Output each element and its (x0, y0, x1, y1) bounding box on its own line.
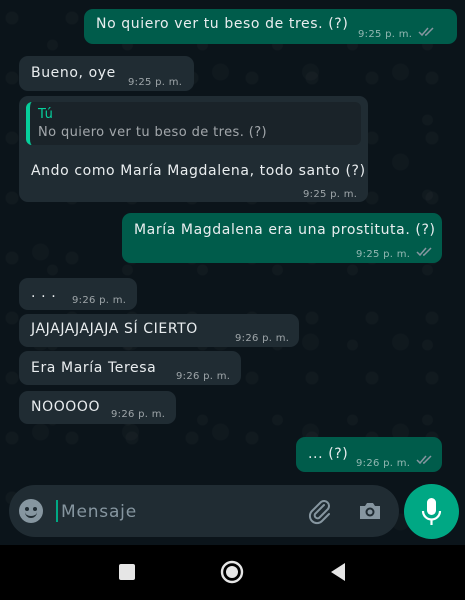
double-check-icon (418, 27, 434, 37)
message-outgoing[interactable]: No quiero ver tu beso de tres. (?) 9:25 … (84, 9, 457, 44)
message-text: Bueno, oye (31, 65, 116, 81)
message-time: 9:26 p. m. (111, 409, 166, 420)
mic-button[interactable] (404, 484, 459, 539)
message-time: 9:26 p. m. (235, 333, 290, 344)
mic-icon (421, 498, 442, 525)
triangle-back-icon[interactable] (325, 559, 351, 585)
quote-author: Tú (38, 107, 54, 122)
message-incoming[interactable]: JAJAJAJAJAJA SÍ CIERTO 9:26 p. m. (19, 314, 299, 347)
quote-text: No quiero ver tu beso de tres. (?) (38, 125, 268, 140)
message-text: NOOOOO (31, 399, 101, 415)
message-incoming[interactable]: . . . 9:26 p. m. (19, 278, 137, 310)
message-text: . . . (31, 285, 57, 301)
message-text: Era María Teresa (31, 360, 157, 376)
message-outgoing[interactable]: ... (?) 9:26 p. m. (296, 437, 442, 472)
text-cursor (56, 500, 58, 522)
message-text: María Magdalena era una prostituta. (?) (134, 222, 436, 238)
emoji-icon[interactable] (19, 499, 43, 523)
message-text: JAJAJAJAJAJA SÍ CIERTO (31, 321, 198, 337)
message-incoming[interactable]: NOOOOO 9:26 p. m. (19, 391, 176, 424)
message-input[interactable] (59, 498, 283, 526)
message-time: 9:25 p. m. (356, 249, 411, 260)
quoted-message[interactable]: Tú No quiero ver tu beso de tres. (?) (26, 102, 361, 145)
system-navigation-bar (0, 545, 465, 600)
message-time: 9:25 p. m. (303, 189, 358, 200)
message-text: No quiero ver tu beso de tres. (?) (96, 16, 349, 32)
message-text: Ando como María Magdalena, todo santo (?… (31, 163, 366, 179)
message-incoming-reply[interactable]: Tú No quiero ver tu beso de tres. (?) An… (19, 96, 368, 202)
message-outgoing[interactable]: María Magdalena era una prostituta. (?) … (122, 213, 442, 263)
message-time: 9:26 p. m. (356, 458, 411, 469)
message-time: 9:25 p. m. (128, 77, 183, 88)
circle-icon[interactable] (219, 559, 245, 585)
double-check-icon (416, 247, 432, 257)
message-composer (9, 485, 399, 537)
paperclip-icon[interactable] (304, 496, 334, 526)
message-time: 9:26 p. m. (72, 295, 127, 306)
message-text: ... (?) (308, 446, 349, 462)
double-check-icon (416, 455, 432, 465)
message-time: 9:26 p. m. (176, 371, 231, 382)
square-icon[interactable] (114, 559, 140, 585)
message-incoming[interactable]: Era María Teresa 9:26 p. m. (19, 351, 241, 385)
message-time: 9:25 p. m. (358, 29, 413, 40)
camera-icon[interactable] (355, 496, 385, 526)
message-incoming[interactable]: Bueno, oye 9:25 p. m. (19, 56, 194, 91)
